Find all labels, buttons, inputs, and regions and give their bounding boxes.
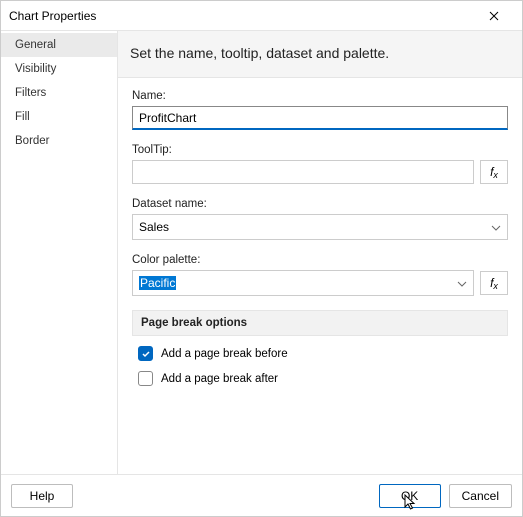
sidebar-item-filters[interactable]: Filters [1,81,117,105]
palette-value: Pacific [139,276,176,290]
title-bar: Chart Properties [1,1,522,31]
tooltip-label: ToolTip: [132,144,508,156]
dialog-footer: Help OK Cancel [1,474,522,516]
chart-properties-dialog: Chart Properties General Visibility Filt… [0,0,523,517]
checkbox-icon [138,346,153,361]
name-input[interactable] [132,106,508,130]
palette-expression-button[interactable]: fx [480,271,508,295]
sidebar-item-label: Visibility [15,63,56,75]
page-break-before-checkbox[interactable]: Add a page break before [138,346,508,361]
button-label: Cancel [462,489,499,503]
tooltip-input[interactable] [132,160,474,184]
sidebar-item-fill[interactable]: Fill [1,105,117,129]
page-break-header: Page break options [132,310,508,336]
chevron-down-icon [457,276,467,290]
cancel-button[interactable]: Cancel [449,484,512,508]
close-icon [489,11,499,21]
sidebar-item-label: Fill [15,111,30,123]
dialog-title: Chart Properties [9,9,474,23]
dataset-value: Sales [139,220,169,234]
sidebar-item-label: General [15,39,56,51]
instruction-text: Set the name, tooltip, dataset and palet… [118,31,522,78]
checkbox-label: Add a page break before [161,348,288,360]
palette-select[interactable]: Pacific [132,270,474,296]
checkbox-icon [138,371,153,386]
page-break-after-checkbox[interactable]: Add a page break after [138,371,508,386]
dataset-select[interactable]: Sales [132,214,508,240]
dialog-body: General Visibility Filters Fill Border S… [1,31,522,474]
sidebar-item-visibility[interactable]: Visibility [1,57,117,81]
button-label: Help [30,489,55,503]
button-label: OK [401,489,418,503]
name-group: Name: [132,90,508,130]
close-button[interactable] [474,2,514,30]
checkbox-label: Add a page break after [161,373,278,385]
name-label: Name: [132,90,508,102]
sidebar-item-label: Border [15,135,50,147]
sidebar-item-border[interactable]: Border [1,129,117,153]
dataset-label: Dataset name: [132,198,508,210]
sidebar-nav: General Visibility Filters Fill Border [1,31,118,474]
sidebar-item-general[interactable]: General [1,33,117,57]
help-button[interactable]: Help [11,484,73,508]
tooltip-expression-button[interactable]: fx [480,160,508,184]
dataset-group: Dataset name: Sales [132,198,508,240]
tooltip-group: ToolTip: fx [132,144,508,184]
fx-icon: fx [490,165,498,179]
palette-label: Color palette: [132,254,508,266]
content-area: Name: ToolTip: fx Dataset name: [118,78,522,474]
main-panel: Set the name, tooltip, dataset and palet… [118,31,522,474]
sidebar-item-label: Filters [15,87,46,99]
ok-button[interactable]: OK [379,484,441,508]
fx-icon: fx [490,276,498,290]
chevron-down-icon [491,220,501,234]
palette-group: Color palette: Pacific fx [132,254,508,296]
